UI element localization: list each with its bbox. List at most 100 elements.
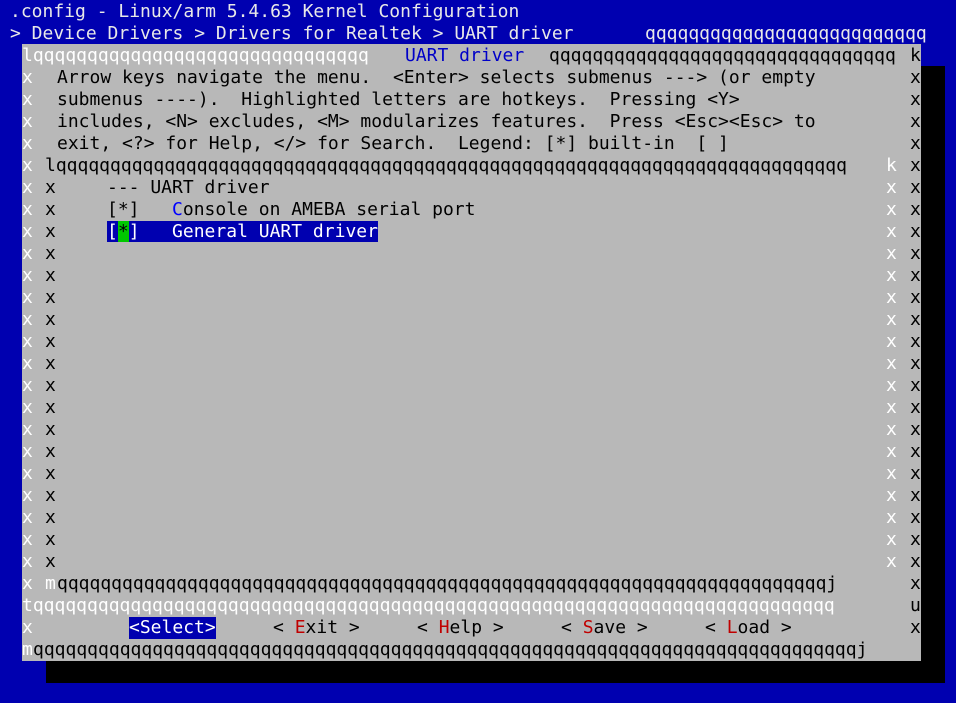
menu-item-general-uart[interactable]: [*] General UART driver <box>107 221 378 243</box>
menu-box-bottom-corner: m <box>45 573 56 594</box>
help-line-3: includes, <N> excludes, <M> modularizes … <box>57 111 816 132</box>
breadcrumb-rule: qqqqqqqqqqqqqqqqqqqqqqqqqq <box>645 23 927 44</box>
border-x: x <box>45 419 56 440</box>
border-x: x <box>886 529 897 550</box>
help-line-2: submenus ----). Highlighted letters are … <box>57 89 740 110</box>
border-x: x <box>910 67 921 88</box>
border-x: x <box>22 419 33 440</box>
border-x: x <box>45 485 56 506</box>
border-x: x <box>910 111 921 132</box>
border-x: x <box>910 331 921 352</box>
border-x: x <box>886 177 897 198</box>
border-x: x <box>22 463 33 484</box>
border-x: x <box>886 419 897 440</box>
checkbox-cursor[interactable]: * <box>117 221 129 242</box>
help-button[interactable]: < Help > <box>417 617 504 639</box>
border-x: x <box>45 265 56 286</box>
border-x: x <box>886 221 897 242</box>
menu-box-bottom-border: qqqqqqqqqqqqqqqqqqqqqqqqqqqqqqqqqqqqqqqq… <box>57 573 838 594</box>
dialog-shadow-right <box>921 66 945 683</box>
border-x: x <box>22 331 33 352</box>
border-x: x <box>886 243 897 264</box>
border-x: x <box>910 353 921 374</box>
dialog-bottom-border: qqqqqqqqqqqqqqqqqqqqqqqqqqqqqqqqqqqqqqqq… <box>33 639 868 660</box>
border-x: x <box>886 287 897 308</box>
border-x: x <box>910 573 921 594</box>
border-x: x <box>910 463 921 484</box>
border-x: x <box>910 485 921 506</box>
border-x: x <box>22 551 33 572</box>
border-x: x <box>886 309 897 330</box>
border-x: x <box>886 199 897 220</box>
border-x: x <box>22 353 33 374</box>
border-x: x <box>22 199 33 220</box>
separator-end: u <box>910 595 921 616</box>
dialog-bottom-corner: m <box>22 639 33 660</box>
border-x: x <box>45 309 56 330</box>
border-x: x <box>22 309 33 330</box>
help-line-4: exit, <?> for Help, </> for Search. Lege… <box>57 133 729 154</box>
border-x: x <box>886 353 897 374</box>
dialog-corner: k <box>910 45 921 66</box>
border-x: x <box>22 67 33 88</box>
border-x: x <box>910 529 921 550</box>
border-x: x <box>22 617 33 638</box>
border-x: x <box>45 243 56 264</box>
checkbox-right: ] <box>128 221 140 242</box>
menu-item-label: onsole on AMEBA serial port <box>182 199 476 220</box>
menu-item-label: General UART driver <box>172 221 378 242</box>
border-x: x <box>45 199 56 220</box>
border-x: x <box>910 309 921 330</box>
help-line-1: Arrow keys navigate the menu. <Enter> se… <box>57 67 816 88</box>
border-x: x <box>45 507 56 528</box>
border-x: x <box>886 331 897 352</box>
border-x: x <box>22 155 33 176</box>
checkbox[interactable]: [*] <box>107 199 140 220</box>
border-x: x <box>45 353 56 374</box>
border-x: x <box>910 199 921 220</box>
border-x: x <box>22 265 33 286</box>
window-title: .config - Linux/arm 5.4.63 Kernel Config… <box>10 1 520 22</box>
border-x: x <box>45 397 56 418</box>
border-x: x <box>886 265 897 286</box>
border-x: x <box>45 177 56 198</box>
border-x: x <box>910 221 921 242</box>
border-x: x <box>910 133 921 154</box>
border-x: x <box>910 617 921 638</box>
border-x: x <box>910 287 921 308</box>
exit-button[interactable]: < Exit > <box>273 617 360 639</box>
save-button[interactable]: < Save > <box>561 617 648 639</box>
border-x: x <box>22 529 33 550</box>
border-x: x <box>22 243 33 264</box>
border-x: x <box>910 507 921 528</box>
menu-item-console-ameba[interactable]: [*] Console on AMEBA serial port <box>107 199 475 221</box>
menu-box-top-border: lqqqqqqqqqqqqqqqqqqqqqqqqqqqqqqqqqqqqqqq… <box>45 155 847 176</box>
border-x: x <box>886 485 897 506</box>
border-x: x <box>45 551 56 572</box>
border-x: x <box>45 287 56 308</box>
border-x: x <box>22 485 33 506</box>
border-x: x <box>910 243 921 264</box>
border-x: x <box>910 155 921 176</box>
border-x: x <box>22 177 33 198</box>
border-x: x <box>886 551 897 572</box>
border-x: x <box>910 375 921 396</box>
border-x: x <box>22 221 33 242</box>
border-x: x <box>910 89 921 110</box>
border-x: x <box>22 573 33 594</box>
border-x: x <box>22 111 33 132</box>
border-x: x <box>45 331 56 352</box>
border-x: x <box>910 441 921 462</box>
border-x: x <box>886 375 897 396</box>
border-x: x <box>910 419 921 440</box>
border-x: x <box>45 441 56 462</box>
dialog-title: UART driver <box>405 45 525 67</box>
select-button[interactable]: <Select> <box>129 617 216 639</box>
border-x: x <box>886 441 897 462</box>
border-x: x <box>910 397 921 418</box>
border-x: x <box>22 89 33 110</box>
dialog-shadow-bottom <box>46 661 945 683</box>
border-x: x <box>22 287 33 308</box>
load-button[interactable]: < Load > <box>705 617 792 639</box>
border-x: x <box>22 133 33 154</box>
